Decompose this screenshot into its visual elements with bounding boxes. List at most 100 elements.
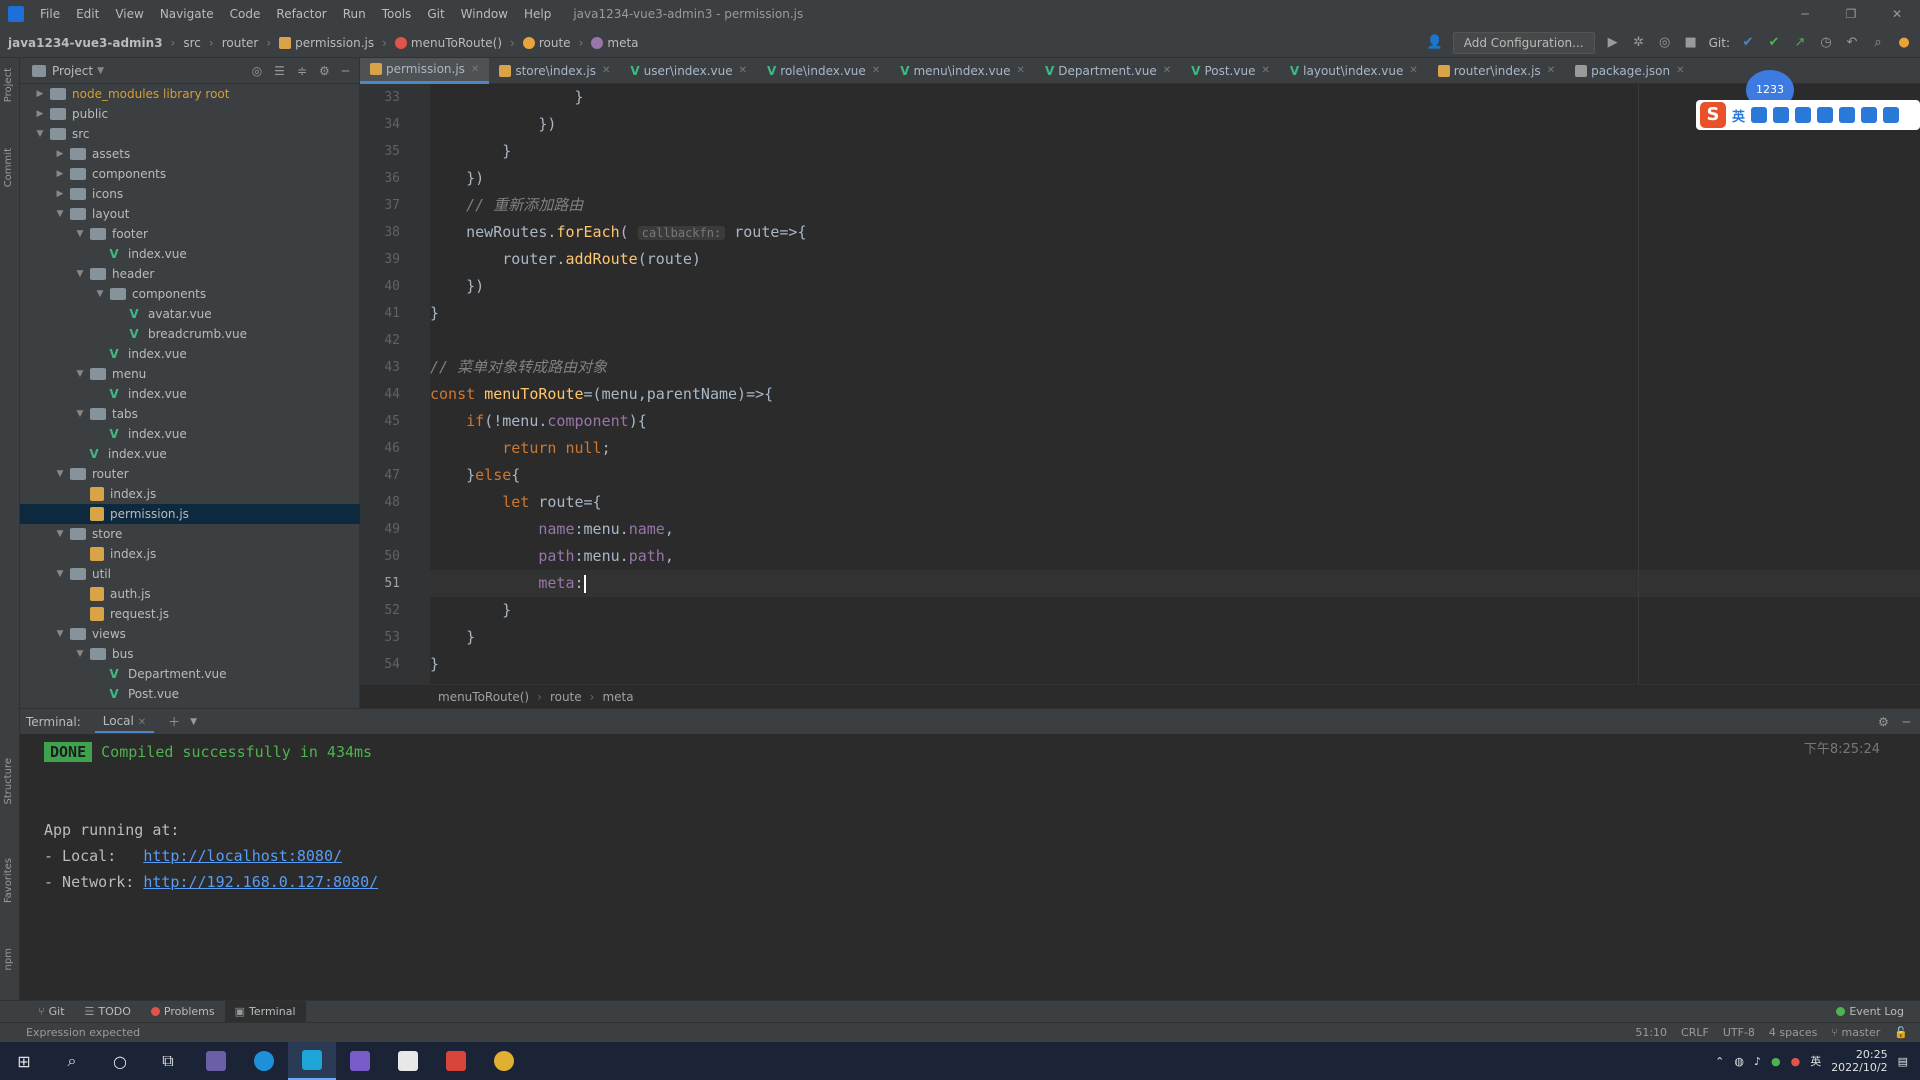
tooltab-todo[interactable]: ☰ TODO (75, 1005, 141, 1018)
close-icon[interactable]: ✕ (471, 64, 479, 75)
menu-item-navigate[interactable]: Navigate (152, 0, 222, 28)
indent-setting[interactable]: 4 spaces (1769, 1026, 1818, 1039)
tree-folder[interactable]: ▼ footer (20, 224, 360, 244)
tray-app-icon[interactable]: ● (1771, 1055, 1781, 1068)
code-line[interactable]: // 重新添加路由 (430, 192, 1920, 219)
tree-file[interactable]: V Post.vue (20, 684, 360, 704)
file-encoding[interactable]: UTF-8 (1723, 1026, 1755, 1039)
tree-file[interactable]: Vavatar.vue (20, 304, 360, 324)
project-tool-tab[interactable]: Project (3, 68, 14, 102)
lock-icon[interactable]: 🔓 (1894, 1026, 1908, 1039)
editor-tab[interactable]: package.json ✕ (1565, 58, 1694, 84)
search-button[interactable]: ⌕ (48, 1042, 96, 1080)
tree-folder[interactable]: ▼ views (20, 624, 360, 644)
sogou-logo-icon[interactable]: S (1700, 102, 1726, 128)
tree-file[interactable]: Vindex.vue (20, 384, 360, 404)
menu-item-view[interactable]: View (107, 0, 151, 28)
code-line[interactable]: } (430, 651, 1920, 678)
git-branch[interactable]: ⑂ master (1831, 1026, 1880, 1039)
tree-folder[interactable]: ▶ public (20, 104, 360, 124)
code-line[interactable]: }) (430, 165, 1920, 192)
editor-tab[interactable]: Vlayout\index.vue ✕ (1280, 58, 1428, 84)
hide-icon[interactable]: ─ (342, 64, 349, 78)
tree-file[interactable]: index.js (20, 544, 360, 564)
breadcrumb-item[interactable]: menuToRoute() (391, 36, 506, 50)
tree-file[interactable]: Vindex.vue (20, 344, 360, 364)
task-view-button[interactable]: ⧉ (144, 1042, 192, 1080)
terminal-output[interactable]: DONE Compiled successfully in 434ms 下午8:… (20, 734, 1920, 1000)
ime-lang[interactable]: 英 (1732, 106, 1745, 125)
breadcrumb-item[interactable]: src (179, 36, 205, 50)
code-line[interactable]: router.addRoute(route) (430, 246, 1920, 273)
user-icon[interactable]: 👤 (1427, 35, 1443, 51)
close-icon[interactable]: ✕ (138, 717, 146, 728)
editor-breadcrumb-item[interactable]: meta (602, 690, 633, 704)
editor-tab[interactable]: router\index.js ✕ (1428, 58, 1565, 84)
tooltab-problems[interactable]: Problems (141, 1005, 225, 1018)
keyboard-icon[interactable] (1817, 107, 1834, 123)
run-icon[interactable]: ▶ (1605, 35, 1621, 51)
ime-toolbar[interactable]: S 英 (1696, 100, 1920, 130)
microphone-icon[interactable] (1795, 107, 1812, 123)
taskbar-app-webstorm[interactable] (288, 1042, 336, 1080)
punctuation-icon[interactable] (1751, 107, 1768, 123)
close-icon[interactable]: ✕ (1874, 7, 1920, 21)
terminal-tab-local[interactable]: Local ✕ (94, 711, 155, 733)
chevron-up-icon[interactable]: ⌃ (1715, 1055, 1724, 1068)
code-line[interactable]: } (430, 597, 1920, 624)
editor-tab[interactable]: Vuser\index.vue ✕ (620, 58, 757, 84)
editor-tab[interactable]: Vmenu\index.vue ✕ (890, 58, 1035, 84)
close-icon[interactable]: ✕ (1409, 65, 1417, 76)
menu-item-help[interactable]: Help (516, 0, 559, 28)
git-update-icon[interactable]: ✔ (1740, 35, 1756, 51)
git-commit-icon[interactable]: ✔ (1766, 35, 1782, 51)
code-line[interactable]: } (430, 138, 1920, 165)
cortana-button[interactable]: ○ (96, 1042, 144, 1080)
code-line[interactable]: }else{ (430, 462, 1920, 489)
tree-folder[interactable]: ▼ bus (20, 644, 360, 664)
close-icon[interactable]: ✕ (1547, 65, 1555, 76)
taskbar-app-chrome[interactable] (480, 1042, 528, 1080)
collapse-all-icon[interactable]: ≑ (297, 64, 307, 78)
tree-folder[interactable]: ▶ icons (20, 184, 360, 204)
menu-item-file[interactable]: File (32, 0, 68, 28)
chevron-down-icon[interactable]: ▼ (190, 717, 197, 727)
history-icon[interactable]: ◷ (1818, 35, 1834, 51)
code-line[interactable]: } (430, 624, 1920, 651)
breadcrumb-item[interactable]: permission.js (275, 36, 378, 50)
tree-folder[interactable]: ▶ node_modules library root (20, 84, 360, 104)
tree-folder[interactable]: ▼ src (20, 124, 360, 144)
npm-tool-tab[interactable]: npm (3, 948, 14, 970)
editor-tab[interactable]: V Department.vue ✕ (1035, 58, 1181, 84)
update-icon[interactable]: ● (1896, 35, 1912, 51)
volume-icon[interactable]: ♪ (1754, 1055, 1761, 1068)
menu-item-code[interactable]: Code (222, 0, 269, 28)
editor-breadcrumb-item[interactable]: menuToRoute() (438, 690, 529, 704)
coverage-icon[interactable]: ◎ (1657, 35, 1673, 51)
tooltab-terminal[interactable]: ▣ Terminal (224, 1000, 306, 1023)
close-icon[interactable]: ✕ (1261, 65, 1269, 76)
search-icon[interactable]: ⌕ (1870, 35, 1886, 51)
gear-icon[interactable]: ⚙ (1878, 715, 1889, 729)
code-line[interactable]: path:menu.path, (430, 543, 1920, 570)
tree-folder[interactable]: ▼ util (20, 564, 360, 584)
caret-position[interactable]: 51:10 (1635, 1026, 1667, 1039)
close-icon[interactable]: ✕ (739, 65, 747, 76)
start-button[interactable]: ⊞ (0, 1042, 48, 1080)
breadcrumb-item[interactable]: router (218, 36, 263, 50)
tree-folder[interactable]: ▼ store (20, 524, 360, 544)
favorites-tool-tab[interactable]: Favorites (3, 858, 14, 903)
git-push-icon[interactable]: ↗ (1792, 35, 1808, 51)
tree-folder[interactable]: ▼ router (20, 464, 360, 484)
system-clock[interactable]: 20:25 2022/10/2 (1831, 1048, 1887, 1074)
tree-file[interactable]: index.js (20, 484, 360, 504)
breadcrumb-item[interactable]: meta (587, 36, 642, 50)
breadcrumb-item[interactable]: route (519, 36, 575, 50)
close-icon[interactable]: ✕ (1163, 65, 1171, 76)
taskbar-app-edge[interactable] (240, 1042, 288, 1080)
close-icon[interactable]: ✕ (602, 65, 610, 76)
tree-folder[interactable]: ▶ components (20, 164, 360, 184)
maximize-icon[interactable]: ❐ (1828, 7, 1874, 21)
tree-file[interactable]: V Department.vue (20, 664, 360, 684)
minimize-icon[interactable]: ─ (1782, 7, 1828, 21)
